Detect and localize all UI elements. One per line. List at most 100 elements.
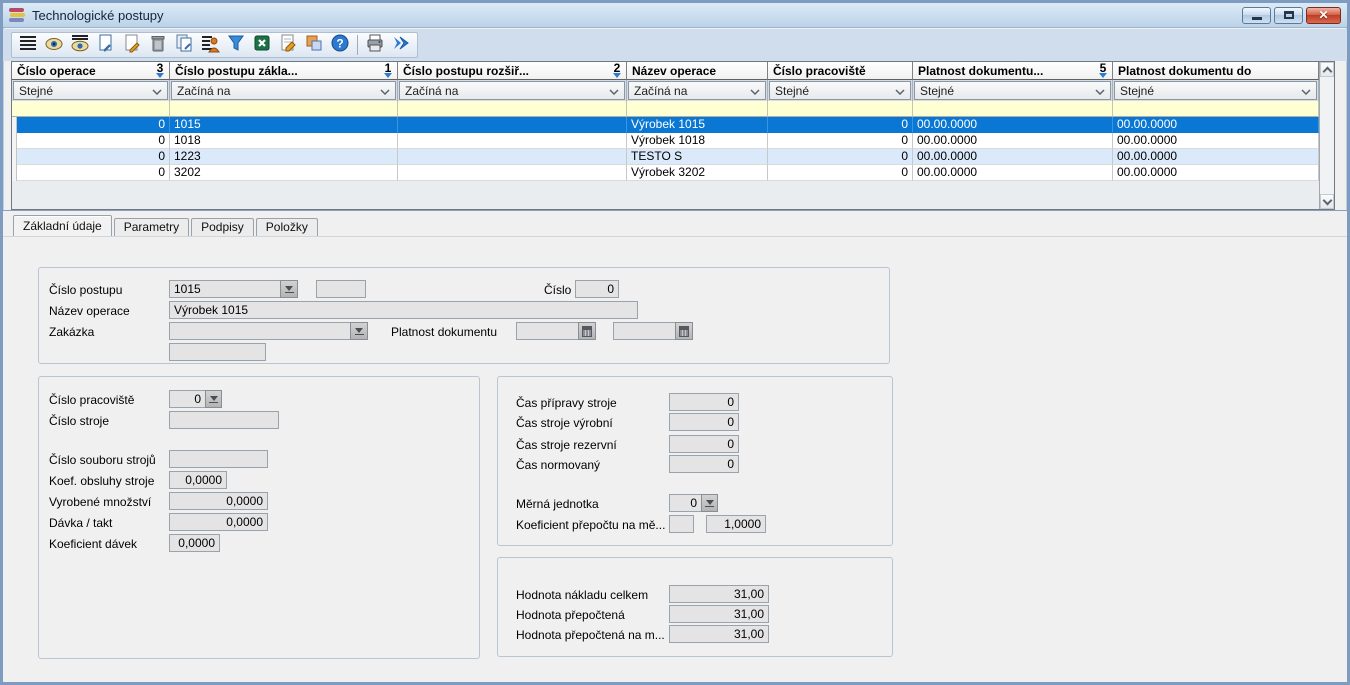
cas-stroje-vyrobni-field[interactable]: 0	[669, 413, 739, 431]
cislo-postupu-dropdown-button[interactable]	[280, 280, 298, 298]
platnost-od-field[interactable]	[516, 322, 579, 340]
platnost-od-calendar-button[interactable]	[578, 322, 596, 340]
vyrobene-mnozstvi-field[interactable]: 0,0000	[169, 492, 268, 510]
cislo-pracoviste-dropdown-button[interactable]	[205, 390, 222, 408]
filter-condition-dropdown[interactable]: Stejné	[1114, 81, 1317, 100]
filter-condition-dropdown[interactable]: Stejné	[769, 81, 911, 100]
filter-value-cell[interactable]	[1113, 101, 1319, 117]
forward-button[interactable]	[388, 34, 414, 56]
grid-cell[interactable]: Výrobek 1018	[627, 133, 768, 149]
hodnota-prepoctena-na-mj-field[interactable]: 31,00	[669, 625, 769, 643]
grid-cell[interactable]: 0	[17, 165, 170, 181]
grid-cell[interactable]: 0	[768, 165, 913, 181]
filter-value-cell[interactable]	[627, 101, 768, 117]
close-button[interactable]: ✕	[1306, 7, 1341, 24]
filter-value-cell[interactable]	[398, 101, 627, 117]
grid-cell[interactable]: 00.00.0000	[1113, 165, 1319, 181]
filter-value-cell[interactable]	[12, 101, 170, 117]
column-header[interactable]: Číslo pracoviště	[768, 62, 913, 80]
koeficient-davek-field[interactable]: 0,0000	[169, 534, 220, 552]
hodnota-nakladu-celkem-field[interactable]: 31,00	[669, 585, 769, 603]
tab-z-kladn-daje[interactable]: Základní údaje	[13, 215, 112, 236]
grid-cell[interactable]: 00.00.0000	[913, 165, 1113, 181]
grid-cell[interactable]	[398, 165, 627, 181]
grid-cell[interactable]: 00.00.0000	[913, 117, 1113, 133]
grid-cell[interactable]: 0	[768, 117, 913, 133]
grid-cell[interactable]	[398, 149, 627, 165]
cislo-postupu-field[interactable]: 1015	[169, 280, 281, 298]
copy-document-button[interactable]	[171, 34, 197, 56]
cislo-stroje-field[interactable]	[169, 411, 279, 429]
filter-condition-dropdown[interactable]: Začíná na	[171, 81, 396, 100]
grid-cell[interactable]: 0	[768, 133, 913, 149]
grid-cell[interactable]: 0	[17, 133, 170, 149]
grid-cell[interactable]: 00.00.0000	[1113, 149, 1319, 165]
vertical-scrollbar[interactable]	[1319, 62, 1334, 209]
koeficient-prepoctu-field[interactable]: 1,0000	[706, 515, 766, 533]
table-row[interactable]: 01018Výrobek 1018000.00.000000.00.0000	[12, 133, 1319, 149]
grid-cell[interactable]: 3202	[170, 165, 398, 181]
nazev-operace-field[interactable]: Výrobek 1015	[169, 301, 638, 319]
print-button[interactable]	[362, 34, 388, 56]
zakazka-extra-field[interactable]	[169, 343, 266, 361]
grid-cell[interactable]	[398, 133, 627, 149]
scroll-up-button[interactable]	[1320, 62, 1334, 77]
cislo-operace-field[interactable]: 0	[575, 280, 619, 298]
scroll-down-button[interactable]	[1320, 194, 1334, 209]
excel-export-button[interactable]	[249, 34, 275, 56]
column-header[interactable]: Číslo postupu rozšiř...2	[398, 62, 627, 80]
grid-cell[interactable]: Výrobek 3202	[627, 165, 768, 181]
help-button[interactable]: ?	[327, 34, 353, 56]
view-list-button[interactable]	[67, 34, 93, 56]
zakazka-dropdown-button[interactable]	[350, 322, 368, 340]
grid-cell[interactable]: 0	[17, 117, 170, 133]
cas-normovany-field[interactable]: 0	[669, 455, 739, 473]
list-button[interactable]	[15, 34, 41, 56]
grid-cell[interactable]: 1018	[170, 133, 398, 149]
grid-cell[interactable]: 00.00.0000	[913, 149, 1113, 165]
maximize-button[interactable]	[1274, 7, 1303, 24]
hodnota-prepoctena-field[interactable]: 31,00	[669, 605, 769, 623]
platnost-do-calendar-button[interactable]	[675, 322, 693, 340]
table-row[interactable]: 01015Výrobek 1015000.00.000000.00.0000	[12, 117, 1319, 133]
copy-button[interactable]	[301, 34, 327, 56]
grid-cell[interactable]: 00.00.0000	[1113, 133, 1319, 149]
new-document-button[interactable]	[93, 34, 119, 56]
batch-edit-button[interactable]	[197, 34, 223, 56]
table-row[interactable]: 03202Výrobek 3202000.00.000000.00.0000	[12, 165, 1319, 181]
grid-cell[interactable]	[398, 117, 627, 133]
cislo-pracoviste-field[interactable]: 0	[169, 390, 206, 408]
grid-cell[interactable]: 1223	[170, 149, 398, 165]
merna-jednotka-field[interactable]: 0	[669, 494, 702, 512]
tab-polo-ky[interactable]: Položky	[256, 218, 318, 236]
minimize-button[interactable]	[1242, 7, 1271, 24]
grid-cell[interactable]: 0	[768, 149, 913, 165]
koef-obsluhy-stroje-field[interactable]: 0,0000	[169, 471, 227, 489]
grid-cell[interactable]: TESTO S	[627, 149, 768, 165]
edit-document-button[interactable]	[119, 34, 145, 56]
tab-parametry[interactable]: Parametry	[114, 218, 189, 236]
filter-value-cell[interactable]	[768, 101, 913, 117]
view-button[interactable]	[41, 34, 67, 56]
cislo-postupu-aux-field[interactable]	[316, 280, 366, 298]
filter-condition-dropdown[interactable]: Začíná na	[399, 81, 625, 100]
filter-value-cell[interactable]	[913, 101, 1113, 117]
filter-condition-dropdown[interactable]: Stejné	[13, 81, 168, 100]
column-header[interactable]: Platnost dokumentu do	[1113, 62, 1319, 80]
cislo-souboru-stroju-field[interactable]	[169, 450, 268, 468]
tab-podpisy[interactable]: Podpisy	[191, 218, 254, 236]
column-header[interactable]: Číslo operace3	[12, 62, 170, 80]
grid-cell[interactable]: 1015	[170, 117, 398, 133]
filter-condition-dropdown[interactable]: Začíná na	[628, 81, 766, 100]
merna-jednotka-dropdown-button[interactable]	[701, 494, 718, 512]
filter-button[interactable]	[223, 34, 249, 56]
davka-takt-field[interactable]: 0,0000	[169, 513, 268, 531]
platnost-do-field[interactable]	[613, 322, 676, 340]
column-header[interactable]: Číslo postupu zákla...1	[170, 62, 398, 80]
grid-cell[interactable]: 00.00.0000	[1113, 117, 1319, 133]
cas-stroje-rezervni-field[interactable]: 0	[669, 435, 739, 453]
filter-value-cell[interactable]	[170, 101, 398, 117]
column-header[interactable]: Název operace	[627, 62, 768, 80]
filter-condition-dropdown[interactable]: Stejné	[914, 81, 1111, 100]
column-header[interactable]: Platnost dokumentu...5	[913, 62, 1113, 80]
